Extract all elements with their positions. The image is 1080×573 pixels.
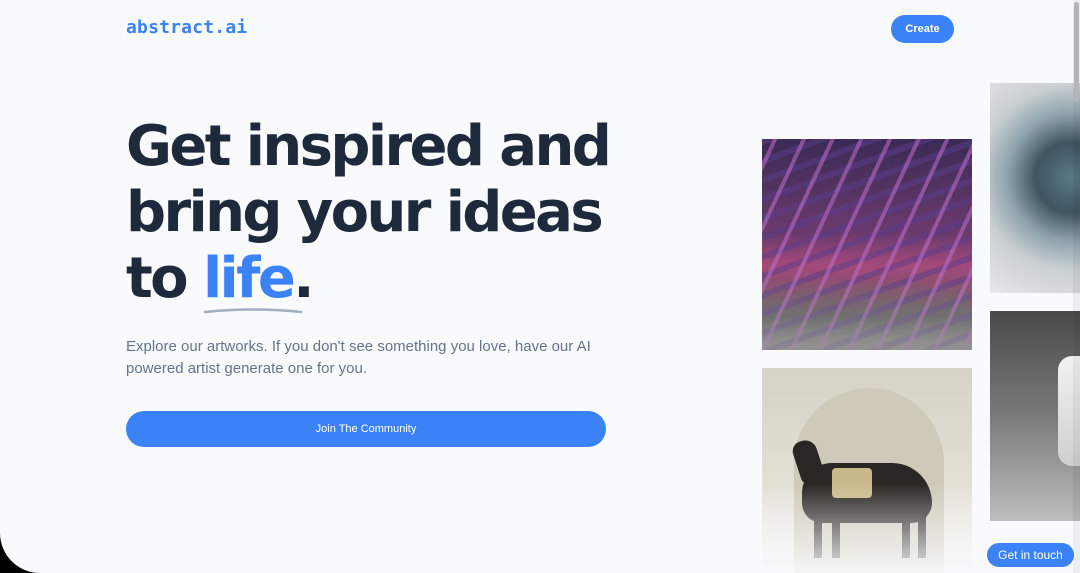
- artwork-fade: [762, 483, 972, 573]
- hero-line-1: Get inspired and: [126, 114, 612, 179]
- hero-heading: Get inspired and bring your ideas to lif…: [126, 114, 646, 314]
- artwork-tile-glass-sculpture[interactable]: [990, 83, 1080, 293]
- hero-line-3: to life.: [126, 246, 646, 314]
- artwork-tile-statue[interactable]: [990, 311, 1080, 521]
- hero-line-2: bring your ideas: [126, 180, 604, 245]
- artwork-tile-horse[interactable]: [762, 368, 972, 573]
- get-in-touch-button[interactable]: Get in touch: [987, 543, 1074, 567]
- logo[interactable]: abstract.ai: [126, 17, 247, 38]
- hero-accent-text: life: [202, 246, 296, 311]
- join-community-button[interactable]: Join The Community: [126, 411, 606, 447]
- hero-accent-word: life: [202, 246, 303, 314]
- scrollbar-thumb[interactable]: [1074, 2, 1079, 102]
- hero-line-3-prefix: to: [126, 246, 203, 311]
- underline-decoration: [203, 308, 303, 314]
- create-button[interactable]: Create: [891, 15, 954, 43]
- hero-subtitle: Explore our artworks. If you don't see s…: [126, 338, 591, 377]
- landing-page: abstract.ai Create Get inspired and brin…: [0, 0, 1080, 573]
- hero-line-3-suffix: .: [293, 246, 314, 311]
- artwork-tile-abstract-waves[interactable]: [762, 139, 972, 350]
